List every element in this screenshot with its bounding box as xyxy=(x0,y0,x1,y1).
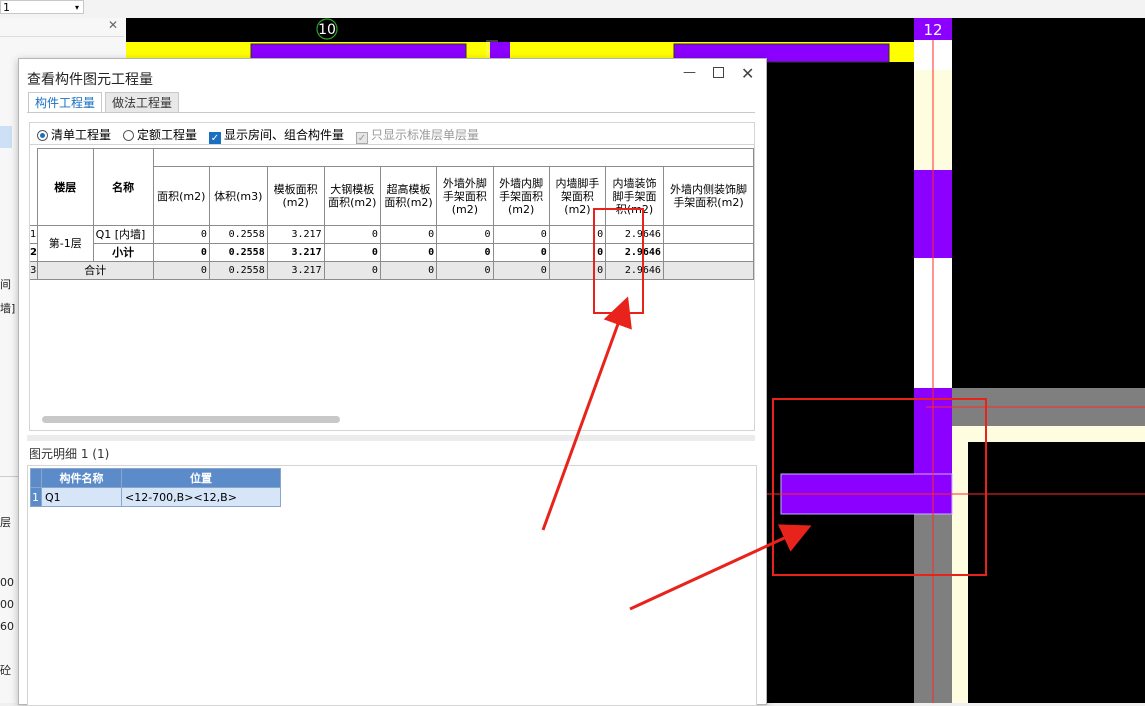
annotation-arrows xyxy=(541,296,812,611)
arrow-to-wall xyxy=(629,524,812,611)
arrow-to-column xyxy=(541,296,632,531)
